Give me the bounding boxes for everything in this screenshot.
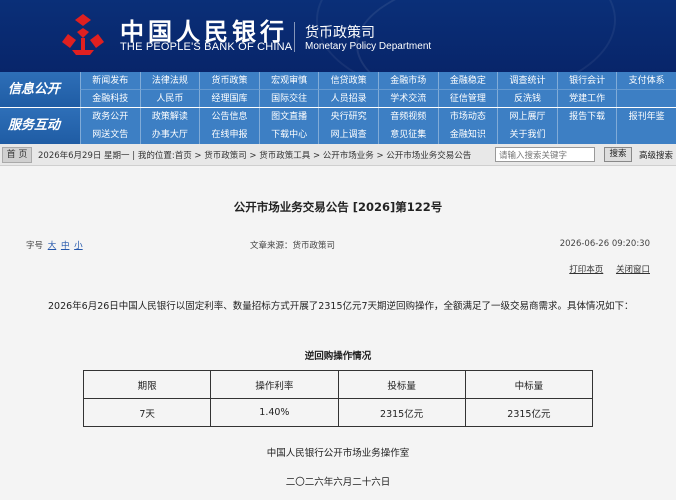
- nav-info-item[interactable]: 反洗钱: [497, 90, 557, 108]
- font-size-label: 字号: [26, 241, 44, 251]
- nav-service-item[interactable]: 报刊年鉴: [616, 108, 676, 126]
- nav-service-item[interactable]: 图文直播: [258, 108, 319, 126]
- print-link[interactable]: 打印本页: [569, 265, 603, 275]
- issue-date: 二〇二六年六月二十六日: [285, 477, 391, 488]
- search-input[interactable]: [495, 147, 595, 162]
- table-cell: 7天: [82, 398, 212, 427]
- nav-service-item[interactable]: 政策解读: [139, 108, 200, 126]
- site-header: 中国人民银行 THE PEOPLE'S BANK OF CHINA 货币政策司 …: [0, 0, 676, 72]
- table-row: 7天 1.40% 2315亿元 2315亿元: [82, 398, 594, 427]
- table-header: 操作利率: [210, 370, 339, 399]
- nav-info-item[interactable]: 党建工作: [556, 90, 617, 108]
- nav-info-item[interactable]: 金融市场: [377, 72, 438, 90]
- nav-info-item[interactable]: 学术交流: [377, 90, 438, 108]
- nav-service-item[interactable]: 办事大厅: [139, 126, 200, 144]
- nav-service-item[interactable]: 网送文告: [80, 126, 140, 144]
- article-actions: 打印本页 关闭窗口: [559, 263, 650, 275]
- nav-service-item[interactable]: 报告下载: [556, 108, 617, 126]
- nav-service-grid: 政务公开 政策解读 公告信息 图文直播 央行研究 音频视频 市场动态 网上展厅 …: [80, 108, 676, 144]
- header-divider: [294, 22, 295, 52]
- home-button[interactable]: 首 页: [2, 147, 32, 163]
- table-header: 投标量: [337, 370, 466, 399]
- nav-service-item[interactable]: 在线申报: [199, 126, 259, 144]
- nav-info-item[interactable]: 人民币: [139, 90, 200, 108]
- nav-info: 信息公开 新闻发布 法律法规 货币政策 宏观审慎 信贷政策 金融市场 金融稳定 …: [0, 72, 676, 108]
- table-header: 期限: [82, 370, 212, 399]
- page-title: 公开市场业务交易公告 [2026]第122号: [233, 200, 443, 214]
- nav-info-item[interactable]: 金融稳定: [437, 72, 498, 90]
- nav-info-item[interactable]: 银行会计: [556, 72, 617, 90]
- nav-service-item-empty: [616, 126, 676, 144]
- nav-info-item[interactable]: 货币政策: [199, 72, 259, 90]
- font-size-large[interactable]: 大: [48, 241, 57, 251]
- nav-service-item[interactable]: 金融知识: [437, 126, 498, 144]
- nav-info-grid: 新闻发布 法律法规 货币政策 宏观审慎 信贷政策 金融市场 金融稳定 调查统计 …: [80, 72, 676, 108]
- nav-info-item[interactable]: 人员招录: [318, 90, 378, 108]
- search-button[interactable]: 搜索: [604, 147, 632, 162]
- nav-service-item[interactable]: 市场动态: [437, 108, 498, 126]
- nav-info-item[interactable]: 新闻发布: [80, 72, 140, 90]
- advanced-search-link[interactable]: 高级搜索: [639, 149, 673, 161]
- nav-service-item[interactable]: 意见征集: [377, 126, 438, 144]
- table-header-row: 期限 操作利率 投标量 中标量: [82, 370, 594, 399]
- nav-service-item-empty: [556, 126, 617, 144]
- breadcrumb-bar: 首 页 2026年6月29日 星期一 | 我的位置:首页 > 货币政策司 > 货…: [0, 144, 676, 166]
- nav-info-item[interactable]: 支付体系: [616, 72, 676, 90]
- nav-service: 服务互动 政务公开 政策解读 公告信息 图文直播 央行研究 音频视频 市场动态 …: [0, 108, 676, 144]
- table-header: 中标量: [464, 370, 594, 399]
- operations-table: 期限 操作利率 投标量 中标量 7天 1.40% 2315亿元 2315亿元: [82, 370, 594, 427]
- table-cell: 1.40%: [210, 398, 339, 427]
- font-size-control: 字号 大 中 小: [26, 239, 83, 251]
- font-size-medium[interactable]: 中: [61, 241, 70, 251]
- nav-service-label: 服务互动: [0, 108, 80, 144]
- nav-service-item[interactable]: 央行研究: [318, 108, 378, 126]
- table-title: 逆回购操作情况: [304, 351, 372, 362]
- nav-service-item[interactable]: 网上展厅: [497, 108, 557, 126]
- table-cell: 2315亿元: [464, 398, 594, 427]
- nav-info-item[interactable]: 征信管理: [437, 90, 498, 108]
- nav-info-item[interactable]: 经理国库: [199, 90, 259, 108]
- nav-info-item[interactable]: 调查统计: [497, 72, 557, 90]
- nav-info-item[interactable]: 金融科技: [80, 90, 140, 108]
- nav-service-item[interactable]: 关于我们: [497, 126, 557, 144]
- table-cell: 2315亿元: [337, 398, 466, 427]
- dept-name-cn: 货币政策司: [305, 25, 375, 41]
- article-meta: 字号 大 中 小 文章来源：货币政策司 2026-06-26 09:20:30: [26, 239, 650, 251]
- nav-info-label: 信息公开: [0, 72, 80, 108]
- pboc-logo-icon[interactable]: [58, 12, 108, 56]
- article-source: 文章来源：货币政策司: [250, 241, 336, 251]
- breadcrumb[interactable]: 2026年6月29日 星期一 | 我的位置:首页 > 货币政策司 > 货币政策工…: [38, 149, 471, 161]
- bank-name-en: THE PEOPLE'S BANK OF CHINA: [120, 41, 293, 53]
- article-paragraph: 2026年6月26日中国人民银行以固定利率、数量招标方式开展了2315亿元7天期…: [48, 301, 634, 312]
- article-datetime: 2026-06-26 09:20:30: [559, 239, 650, 249]
- font-size-small[interactable]: 小: [74, 241, 83, 251]
- nav-service-item[interactable]: 公告信息: [199, 108, 259, 126]
- nav-info-item[interactable]: 法律法规: [139, 72, 200, 90]
- nav-service-item[interactable]: 政务公开: [80, 108, 140, 126]
- issuing-office: 中国人民银行公开市场业务操作室: [266, 448, 410, 459]
- nav-info-item[interactable]: 宏观审慎: [258, 72, 319, 90]
- nav-info-item[interactable]: 国际交往: [258, 90, 319, 108]
- nav-service-item[interactable]: 网上调查: [318, 126, 378, 144]
- nav-info-item-empty: [616, 90, 676, 108]
- close-window-link[interactable]: 关闭窗口: [616, 265, 650, 275]
- nav-service-item[interactable]: 音频视频: [377, 108, 438, 126]
- dept-name-en: Monetary Policy Department: [305, 41, 432, 52]
- nav-service-item[interactable]: 下载中心: [258, 126, 319, 144]
- nav-info-item[interactable]: 信贷政策: [318, 72, 378, 90]
